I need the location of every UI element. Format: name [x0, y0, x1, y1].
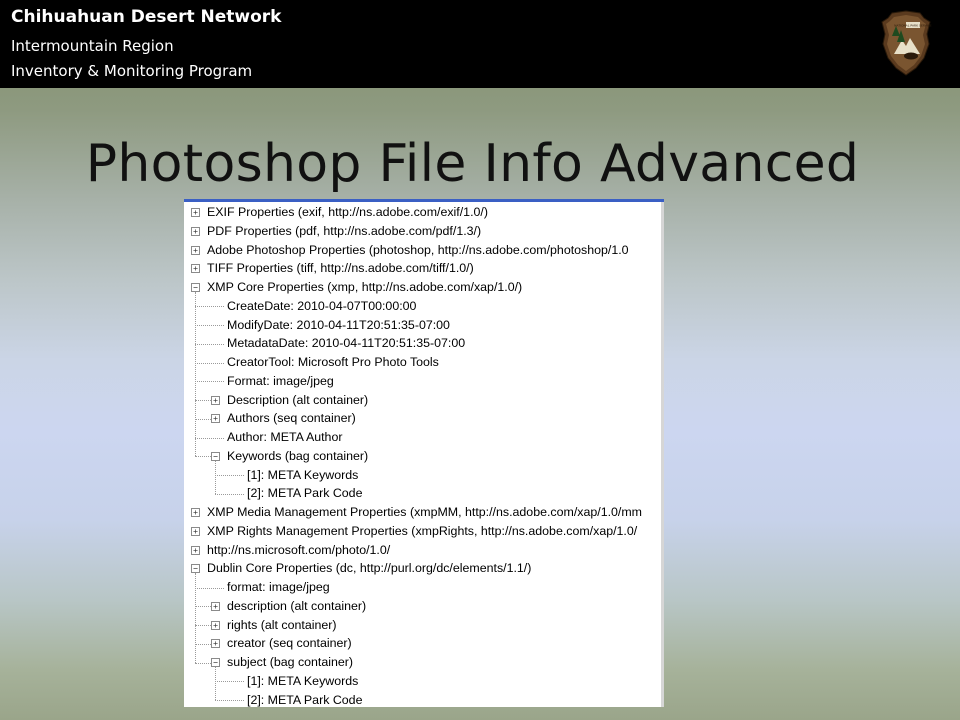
tree-node[interactable]: XMP Rights Management Properties (xmpRig… — [207, 522, 637, 541]
tree-node[interactable]: Adobe Photoshop Properties (photoshop, h… — [207, 241, 629, 260]
tree-connector — [195, 456, 211, 458]
tree-connector — [195, 662, 211, 664]
expand-icon[interactable]: + — [191, 226, 200, 236]
collapse-icon[interactable]: − — [211, 658, 220, 667]
tree-node[interactable]: Keywords (bag container) — [227, 447, 368, 466]
network-name: Chihuahuan Desert Network — [11, 7, 282, 27]
expand-icon[interactable]: + — [211, 639, 220, 649]
tree-connector — [195, 573, 196, 663]
tree-connector — [195, 625, 211, 626]
tree-node[interactable]: CreateDate: 2010-04-07T00:00:00 — [227, 297, 416, 316]
tree-node[interactable]: PDF Properties (pdf, http://ns.adobe.com… — [207, 222, 481, 241]
tree-connector — [195, 381, 224, 383]
tree-connector — [215, 700, 244, 701]
tree-connector — [195, 587, 224, 589]
tree-node[interactable]: [1]: META Keywords — [247, 672, 358, 691]
expand-icon[interactable]: + — [191, 264, 200, 274]
tree-node[interactable]: TIFF Properties (tiff, http://ns.adobe.c… — [207, 259, 474, 278]
tree-connector — [215, 475, 244, 476]
collapse-icon[interactable]: − — [191, 283, 200, 292]
tree-connector — [195, 400, 211, 401]
tree-connector — [195, 606, 211, 608]
tree-node[interactable]: Description (alt container) — [227, 391, 368, 410]
region-name: Intermountain Region — [11, 37, 174, 55]
header-bar: Chihuahuan Desert Network Intermountain … — [0, 0, 960, 88]
expand-icon[interactable]: + — [211, 395, 220, 405]
tree-node[interactable]: XMP Core Properties (xmp, http://ns.adob… — [207, 278, 522, 297]
tree-node[interactable]: description (alt container) — [227, 597, 366, 616]
expand-icon[interactable]: + — [211, 414, 220, 424]
nps-arrowhead-logo: NATIONAL PARK SERVICE — [881, 10, 932, 76]
slide-title: Photoshop File Info Advanced — [85, 134, 860, 194]
tree-node[interactable]: subject (bag container) — [227, 653, 353, 672]
tree-node[interactable]: [2]: META Park Code — [247, 691, 362, 708]
tree-node[interactable]: http://ns.microsoft.com/photo/1.0/ — [207, 541, 390, 560]
tree-node[interactable]: rights (alt container) — [227, 616, 337, 635]
tree-connector — [195, 418, 211, 420]
tree-node[interactable]: EXIF Properties (exif, http://ns.adobe.c… — [207, 203, 488, 222]
collapse-icon[interactable]: − — [211, 451, 220, 461]
tree-node[interactable]: CreatorTool: Microsoft Pro Photo Tools — [227, 353, 439, 372]
tree-node[interactable]: Dublin Core Properties (dc, http://purl.… — [207, 559, 531, 578]
expand-icon[interactable]: + — [211, 620, 220, 630]
tree-connector — [215, 493, 244, 495]
tree-connector — [215, 681, 244, 683]
tree-connector — [195, 292, 196, 457]
tree-node[interactable]: Authors (seq container) — [227, 409, 356, 428]
expand-icon[interactable]: + — [191, 526, 200, 536]
expand-icon[interactable]: + — [211, 601, 220, 611]
tree-node[interactable]: creator (seq container) — [227, 634, 352, 653]
tree-connector — [195, 306, 224, 308]
tree-connector — [195, 362, 224, 364]
vertical-scrollbar[interactable] — [661, 202, 664, 707]
tree-node[interactable]: [1]: META Keywords — [247, 466, 358, 485]
program-name: Inventory & Monitoring Program — [11, 62, 253, 80]
expand-icon[interactable]: + — [191, 508, 200, 517]
tree-node[interactable]: XMP Media Management Properties (xmpMM, … — [207, 503, 642, 522]
tree-node[interactable]: ModifyDate: 2010-04-11T20:51:35-07:00 — [227, 316, 450, 335]
tree-node[interactable]: Author: META Author — [227, 428, 342, 447]
tree-connector — [215, 460, 216, 494]
logo-text: NATIONAL PARK SERVICE — [894, 24, 931, 28]
collapse-icon[interactable]: − — [191, 564, 200, 574]
tree-connector — [195, 437, 224, 439]
expand-icon[interactable]: + — [191, 245, 200, 255]
tree-connector — [215, 667, 216, 700]
tree-node[interactable]: format: image/jpeg — [227, 578, 330, 597]
tree-connector — [195, 325, 224, 326]
tree-node[interactable]: Format: image/jpeg — [227, 372, 334, 391]
expand-icon[interactable]: + — [191, 545, 200, 555]
tree-connector — [195, 343, 224, 345]
tree-node[interactable]: [2]: META Park Code — [247, 484, 362, 503]
expand-icon[interactable]: + — [191, 208, 200, 217]
tree-node[interactable]: MetadataDate: 2010-04-11T20:51:35-07:00 — [227, 334, 465, 353]
file-info-advanced-panel: EXIF Properties (exif, http://ns.adobe.c… — [184, 199, 664, 707]
tree-connector — [195, 643, 211, 645]
